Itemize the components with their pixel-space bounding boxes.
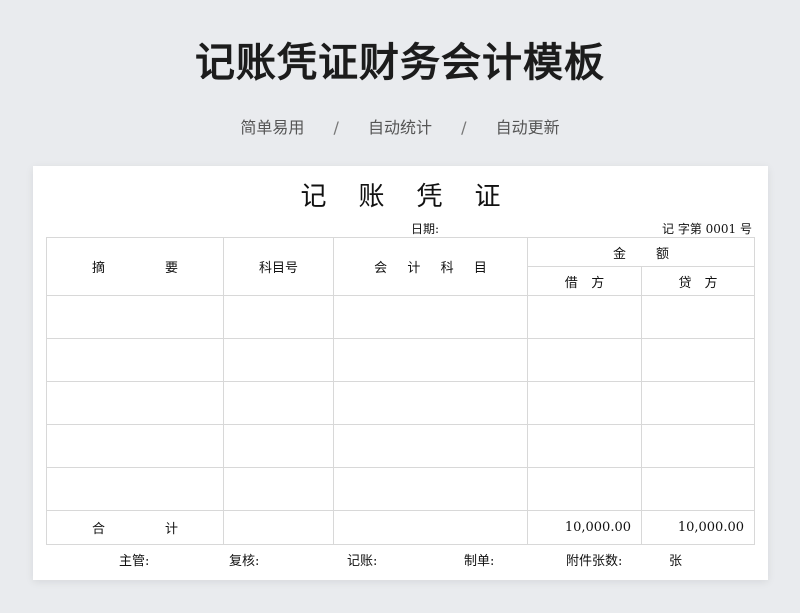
voucher-title-char: 凭 [416,182,443,212]
voucher-title-char: 证 [474,182,501,212]
voucher-title: 记账凭证 [33,176,768,213]
attachments-label: 附件张数: [566,554,623,569]
credit-cell[interactable] [641,295,755,339]
voucher-title-char: 账 [358,182,385,212]
credit-cell[interactable] [641,381,755,425]
account-name-cell[interactable] [333,338,528,382]
total-empty-cell [333,510,528,545]
summary-cell[interactable] [46,338,224,382]
table-row [46,424,755,468]
voucher-table: 摘要 科目号 会计科目 金额 借方 贷方 合 计 10,000.00 10,00… [46,237,755,545]
signature-row: 主管: 复核: 记账: 制单: 附件张数: 张 [33,550,768,570]
account-code-cell[interactable] [223,467,334,511]
summary-cell[interactable] [46,424,224,468]
voucher-number: 记 字第 0001 号 [662,222,752,236]
total-debit: 10,000.00 [527,510,642,545]
table-row [46,467,755,511]
credit-cell[interactable] [641,338,755,382]
table-row [46,381,755,425]
bookkeeper-label: 记账: [347,554,378,569]
debit-cell[interactable] [527,295,642,339]
account-code-cell[interactable] [223,424,334,468]
col-header-summary: 摘要 [46,237,224,296]
credit-cell[interactable] [641,467,755,511]
account-name-cell[interactable] [333,467,528,511]
feature-tagline: 简单易用 / 自动统计 / 自动更新 [0,114,800,138]
debit-cell[interactable] [527,424,642,468]
account-code-cell[interactable] [223,381,334,425]
feature-item: 简单易用 [240,118,305,137]
col-header-amount: 金额 [527,237,755,267]
feature-item: 自动统计 [367,118,432,137]
table-row [46,338,755,382]
reviewer-label: 复核: [229,554,260,569]
table-row [46,295,755,339]
credit-cell[interactable] [641,424,755,468]
summary-cell[interactable] [46,295,224,339]
total-credit: 10,000.00 [641,510,755,545]
voucher-title-char: 记 [300,182,327,212]
page-title: 记账凭证财务会计模板 [195,40,605,86]
total-empty-cell [223,510,334,545]
separator: / [333,118,339,137]
account-name-cell[interactable] [333,424,528,468]
col-header-credit: 贷方 [641,266,755,296]
total-label: 合计 [46,510,224,545]
separator: / [461,118,467,137]
col-header-debit: 借方 [527,266,642,296]
voucher-card: 记 账 凭 证 日期: 记 字第 0001 号 摘要 科目号 会计科目 金额 借方 贷… [33,166,768,580]
col-header-account-name: 会计科目 [333,237,528,296]
account-name-cell[interactable] [333,381,528,425]
debit-cell[interactable] [527,338,642,382]
feature-item: 自动更新 [495,118,560,137]
supervisor-label: 主管: [119,554,150,569]
account-code-cell[interactable] [223,295,334,339]
account-code-cell[interactable] [223,338,334,382]
summary-cell[interactable] [46,467,224,511]
attachments-unit: 张 [669,554,683,569]
total-row: 合计 10,000.00 10,000.00 [46,510,755,545]
preparer-label: 制单: [464,554,495,569]
debit-cell[interactable] [527,467,642,511]
debit-cell[interactable] [527,381,642,425]
account-name-cell[interactable] [333,295,528,339]
summary-cell[interactable] [46,381,224,425]
col-header-account-code: 科目号 [223,237,334,296]
date-label: 日期: [411,222,440,236]
